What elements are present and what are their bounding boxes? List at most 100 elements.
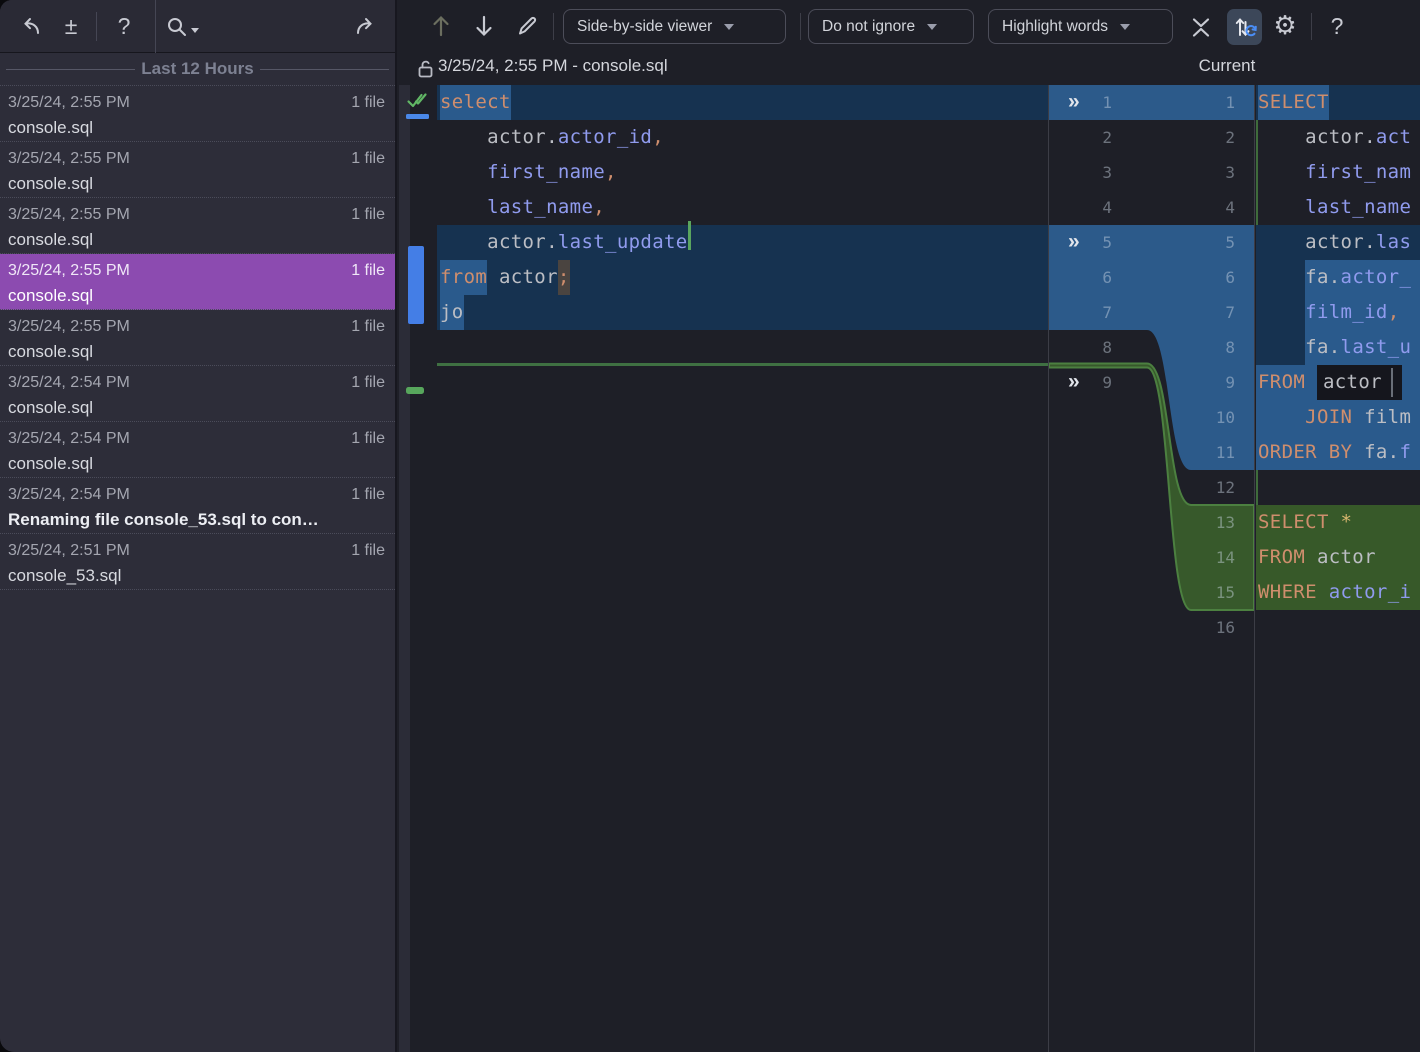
left-editor-gutter (399, 85, 410, 1052)
code-line-right-7[interactable]: film_id, (1256, 295, 1420, 330)
code-line-right-9[interactable]: FROM actor (1256, 365, 1420, 400)
code-token: , (605, 155, 617, 190)
word-highlight-tail (1411, 330, 1420, 365)
history-item-9[interactable]: 3/25/24, 2:51 PM1 fileconsole_53.sql (0, 534, 395, 590)
code-token: actor (487, 260, 558, 295)
next-difference-icon[interactable] (470, 12, 498, 40)
history-list: 3/25/24, 2:55 PM1 fileconsole.sql3/25/24… (0, 86, 395, 590)
prev-difference-icon[interactable] (427, 12, 455, 40)
header-rule-right (260, 69, 389, 70)
revision-label: console.sql (8, 229, 385, 250)
apply-change-chevron[interactable]: » (1068, 85, 1092, 120)
code-line-right-13[interactable]: SELECT * (1256, 505, 1420, 540)
revision-file-count: 1 file (351, 373, 385, 393)
code-line-right-4[interactable]: last_name (1256, 190, 1420, 225)
code-token: last_update (558, 225, 688, 260)
revision-label: Renaming file console_53.sql to con… (8, 509, 385, 530)
code-token: actor_ (1341, 260, 1412, 295)
highlighting-mode-dropdown[interactable]: Highlight words (988, 9, 1173, 44)
code-token: WHERE (1258, 575, 1317, 610)
code-token: actor. (440, 120, 558, 155)
code-line-right-2[interactable]: actor.act (1256, 120, 1420, 155)
edit-icon[interactable] (512, 12, 542, 40)
code-line-left-5[interactable]: actor.last_update (437, 225, 1048, 260)
history-item-7[interactable]: 3/25/24, 2:54 PM1 fileconsole.sql (0, 422, 395, 478)
code-line-right-15[interactable]: WHERE actor_i (1256, 575, 1420, 610)
code-line-right-5[interactable]: actor.las (1256, 225, 1420, 260)
revision-timestamp: 3/25/24, 2:54 PM (8, 429, 130, 449)
line-number: 12 (1185, 470, 1235, 505)
code-token: , (1388, 295, 1400, 330)
code-token (1305, 365, 1317, 400)
line-number: 8 (1185, 330, 1235, 365)
code-line-right-11[interactable]: ORDER BY fa.f (1256, 435, 1420, 470)
word-highlight-tail (1411, 260, 1420, 295)
history-item-3[interactable]: 3/25/24, 2:55 PM1 fileconsole.sql (0, 198, 395, 254)
diff-pane: Side-by-side viewer Do not ignore Highli… (397, 0, 1420, 1052)
settings-gear-icon[interactable]: ⚙ (1271, 11, 1299, 41)
code-token: actor (1305, 540, 1376, 575)
code-line-right-14[interactable]: FROM actor (1256, 540, 1420, 575)
collapse-unchanged-icon[interactable] (1187, 13, 1215, 41)
code-token: film (1352, 400, 1411, 435)
code-token (440, 155, 487, 190)
history-item-6[interactable]: 3/25/24, 2:54 PM1 fileconsole.sql (0, 366, 395, 422)
text-caret (1391, 368, 1393, 397)
line-number: 14 (1185, 540, 1235, 575)
code-token (1258, 260, 1305, 295)
code-line-left-4[interactable]: last_name, (437, 190, 1048, 225)
code-line-left-6[interactable]: from actor; (437, 260, 1048, 295)
code-line-left-1[interactable]: select (437, 85, 1048, 120)
code-token: film_id (1305, 295, 1388, 330)
code-line-right-1[interactable]: SELECT (1256, 85, 1420, 120)
history-item-2[interactable]: 3/25/24, 2:55 PM1 fileconsole.sql (0, 142, 395, 198)
help-icon[interactable]: ? (110, 0, 138, 53)
revision-file-count: 1 file (351, 541, 385, 561)
apply-change-chevron[interactable]: » (1068, 365, 1092, 400)
create-patch-icon[interactable]: ± (56, 0, 86, 53)
code-line-right-6[interactable]: fa.actor_ (1256, 260, 1420, 295)
code-line-left-3[interactable]: first_name, (437, 155, 1048, 190)
viewer-mode-label: Side-by-side viewer (577, 18, 712, 36)
search-icon[interactable] (162, 0, 202, 53)
code-token: fa. (1305, 330, 1340, 365)
revision-label: console.sql (8, 341, 385, 362)
section-header-label: Last 12 Hours (141, 59, 253, 79)
viewer-mode-dropdown[interactable]: Side-by-side viewer (563, 9, 786, 44)
help-icon[interactable]: ? (1323, 12, 1351, 40)
chevron-down-icon (1120, 24, 1130, 30)
inspections-check-icon[interactable] (406, 88, 430, 117)
section-header-last-12-hours: Last 12 Hours (0, 53, 395, 86)
code-line-left-7[interactable]: jo (437, 295, 1048, 330)
sidebar-toolbar: ± ? (0, 0, 395, 53)
history-item-8[interactable]: 3/25/24, 2:54 PM1 fileRenaming file cons… (0, 478, 395, 534)
code-token: last_u (1341, 330, 1412, 365)
ignore-policy-dropdown[interactable]: Do not ignore (808, 9, 974, 44)
right-revision-title: Current (1167, 56, 1287, 76)
revision-file-count: 1 file (351, 205, 385, 225)
code-line-right-10[interactable]: JOIN film (1256, 400, 1420, 435)
history-item-4[interactable]: 3/25/24, 2:55 PM1 fileconsole.sql (0, 254, 395, 310)
history-item-1[interactable]: 3/25/24, 2:55 PM1 fileconsole.sql (0, 86, 395, 142)
apply-change-chevron[interactable]: » (1068, 225, 1092, 260)
inserted-lines-marker[interactable] (406, 387, 424, 394)
local-history-dialog: ± ? (0, 0, 1420, 1052)
code-token: from (440, 260, 487, 295)
code-token: f (1399, 435, 1411, 470)
rollback-icon[interactable] (349, 0, 385, 53)
changed-lines-marker[interactable] (408, 246, 424, 324)
code-token: act (1376, 120, 1411, 155)
code-token: , (593, 190, 605, 225)
revert-icon[interactable] (12, 0, 46, 53)
sync-scrolling-icon[interactable] (1227, 9, 1262, 45)
code-line-left-2[interactable]: actor.actor_id, (437, 120, 1048, 155)
code-token: actor_i (1329, 575, 1412, 610)
code-token (1258, 330, 1305, 365)
code-line-right-3[interactable]: first_nam (1256, 155, 1420, 190)
history-item-5[interactable]: 3/25/24, 2:55 PM1 fileconsole.sql (0, 310, 395, 366)
code-token: , (652, 120, 664, 155)
line-number: 4 (1062, 190, 1112, 225)
code-token: last_name (1305, 190, 1411, 225)
revision-timestamp: 3/25/24, 2:55 PM (8, 317, 130, 337)
code-line-right-8[interactable]: fa.last_u (1256, 330, 1420, 365)
